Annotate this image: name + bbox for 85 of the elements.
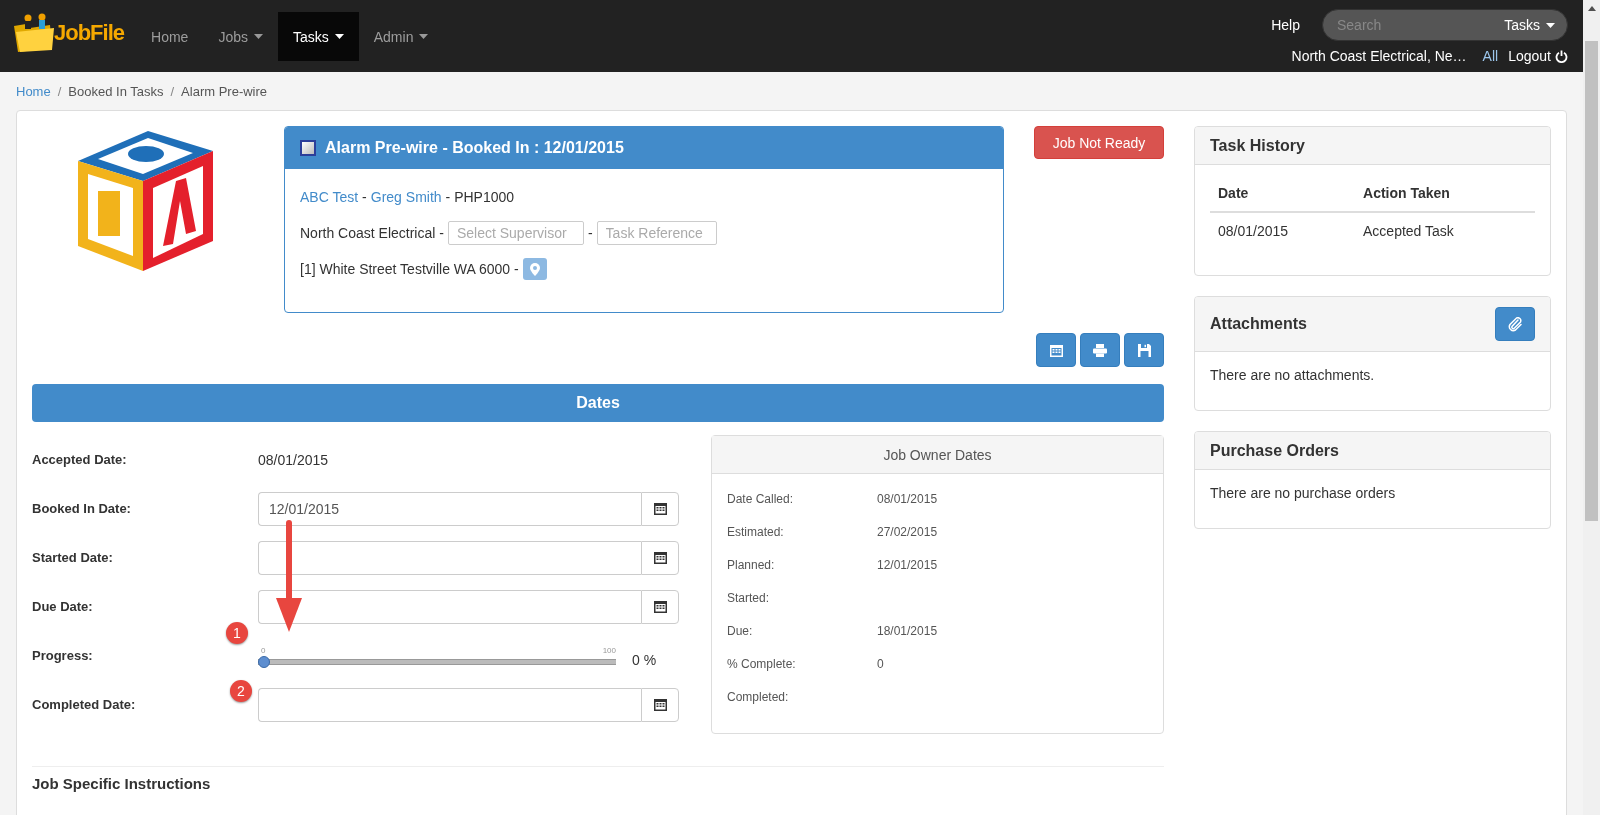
text: [1] White Street Testville WA 6000 - — [300, 261, 519, 277]
table-cell: Accepted Task — [1355, 212, 1535, 249]
slider-thumb[interactable] — [258, 655, 270, 668]
date-label: % Complete: — [727, 656, 797, 671]
date-field[interactable]: 12/01/2015 — [258, 491, 641, 526]
date-value: 08/01/2015 — [877, 491, 938, 506]
progress-reading: 0 % — [632, 651, 657, 668]
column-header: Date — [1210, 175, 1356, 212]
search-scope-dropdown[interactable]: Tasks — [1504, 17, 1555, 33]
date-field[interactable] — [258, 687, 641, 722]
caret-icon — [1546, 22, 1555, 28]
scroll-up-icon[interactable] — [1587, 6, 1596, 11]
panel-title: Task History — [1210, 136, 1305, 155]
section-heading: Job Specific Instructions — [32, 775, 212, 792]
empty-message: There are no attachments. — [1210, 367, 1375, 383]
date-value: 18/01/2015 — [877, 623, 938, 638]
text: - — [362, 189, 367, 205]
link[interactable]: ABC Test — [300, 189, 359, 205]
help-link[interactable]: Help — [1271, 17, 1300, 33]
calendar-button[interactable] — [641, 491, 679, 526]
date-label: Estimated: — [727, 524, 785, 539]
date-value: 27/02/2015 — [877, 524, 938, 539]
section-header: Dates — [32, 384, 1164, 422]
calendar-button[interactable] — [641, 589, 679, 624]
breadcrumb-separator: / — [57, 83, 62, 99]
save-button[interactable] — [1124, 333, 1164, 367]
panel-title: Purchase Orders — [1210, 441, 1339, 460]
field-label: Completed Date: — [32, 697, 137, 712]
nav-menu-item[interactable]: Home — [136, 12, 204, 61]
text: - PHP1000 — [445, 189, 515, 205]
link[interactable]: Greg Smith — [370, 189, 442, 205]
date-label: Date Called: — [727, 491, 795, 506]
print-button[interactable] — [1080, 333, 1120, 367]
printer-icon — [1093, 343, 1107, 357]
brand-logo-text[interactable]: JobFile — [54, 20, 124, 46]
input-field[interactable]: Select Supervisor — [447, 221, 584, 245]
calendar-icon — [653, 551, 667, 564]
map-pin-icon — [529, 262, 540, 276]
date-value: 12/01/2015 — [877, 557, 938, 572]
calendar-icon — [653, 600, 667, 613]
calendar-icon — [653, 698, 667, 711]
date-label: Started: — [727, 590, 771, 605]
panel-title: Alarm Pre-wire - Booked In : 12/01/2015 — [325, 139, 624, 157]
nav-menu-item[interactable]: Jobs — [203, 12, 278, 61]
scrollbar[interactable] — [1583, 0, 1600, 815]
text: - — [587, 225, 593, 241]
field-label: Booked In Date: — [32, 501, 132, 516]
empty-message: There are no purchase orders — [1210, 485, 1396, 501]
calendar-button[interactable] — [641, 540, 679, 575]
date-label: Planned: — [727, 557, 776, 572]
date-value: 0 — [877, 656, 884, 671]
breadcrumb-item: Booked In Tasks — [68, 83, 164, 99]
company-name: North Coast Electrical, Ne… — [1291, 48, 1467, 64]
task-icon — [300, 140, 316, 156]
breadcrumb-separator: / — [170, 83, 175, 99]
attach-button[interactable] — [1495, 307, 1535, 341]
slider-min-label: 0 — [261, 645, 266, 655]
nav-menu-item[interactable]: Tasks — [277, 12, 359, 61]
field-label: Accepted Date: — [32, 452, 128, 467]
nav-menu-item[interactable]: Admin — [358, 12, 444, 61]
calendar-icon — [1049, 343, 1063, 357]
field-label: Progress: — [32, 648, 94, 663]
calendar-icon — [653, 502, 667, 515]
all-link[interactable]: All — [1482, 48, 1499, 64]
paperclip-icon — [1507, 316, 1523, 332]
field-value: 08/01/2015 — [258, 451, 329, 468]
slider-max-label: 100 — [602, 645, 616, 655]
scrollbar-thumb[interactable] — [1585, 41, 1598, 521]
text: North Coast Electrical - — [300, 225, 444, 241]
date-label: Completed: — [727, 689, 790, 704]
table-cell: 08/01/2015 — [1210, 212, 1356, 249]
column-header: Action Taken — [1355, 175, 1535, 212]
date-field[interactable] — [258, 540, 641, 575]
breadcrumb-item: Alarm Pre-wire — [181, 83, 268, 99]
panel-title: Attachments — [1210, 315, 1307, 333]
date-field[interactable] — [258, 589, 641, 624]
panel-header: Job Owner Dates — [712, 436, 1163, 474]
field-label: Started Date: — [32, 550, 114, 565]
power-icon — [1555, 49, 1568, 63]
calendar-button[interactable] — [641, 687, 679, 722]
job-status-button[interactable]: Job Not Ready — [1034, 126, 1164, 159]
input-field[interactable]: Task Reference — [596, 221, 717, 245]
logout-link[interactable]: Logout — [1508, 48, 1568, 64]
field-label: Due Date: — [32, 599, 94, 614]
date-label: Due: — [727, 623, 754, 638]
